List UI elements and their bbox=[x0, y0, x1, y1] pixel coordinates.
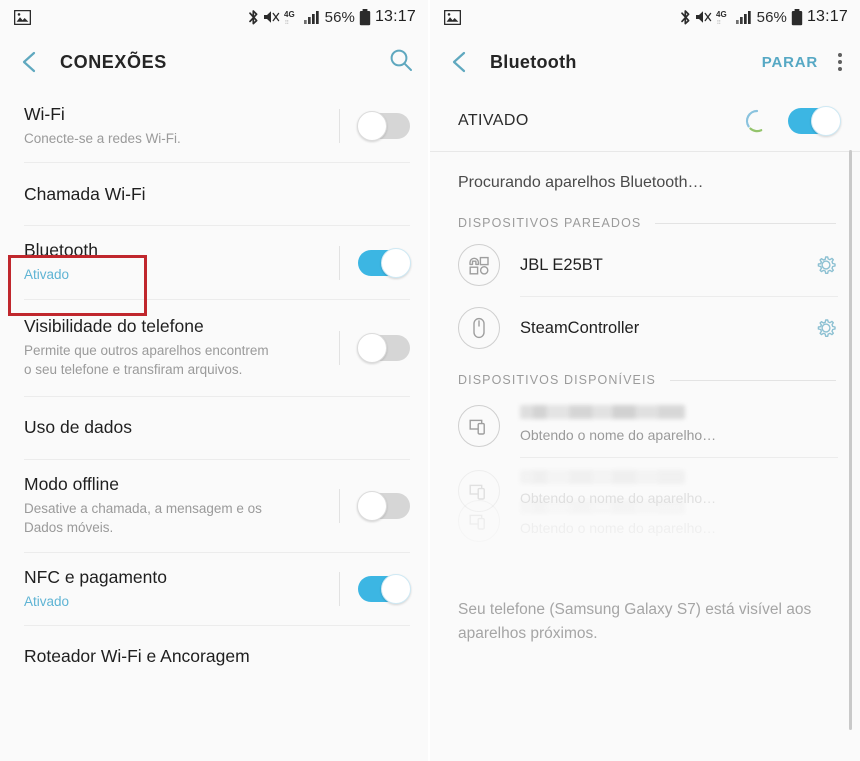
device-status-text: Obtendo o nome do aparelho… bbox=[520, 520, 717, 536]
divider-vertical bbox=[339, 488, 340, 523]
list-item-title: Bluetooth bbox=[24, 240, 98, 261]
phone-device-icon bbox=[458, 500, 500, 542]
toggle-bluetooth-master[interactable] bbox=[788, 105, 841, 136]
image-icon bbox=[443, 9, 462, 25]
divider-vertical bbox=[339, 330, 340, 365]
visibility-note: Seu telefone (Samsung Galaxy S7) está vi… bbox=[458, 601, 812, 643]
device-row-available-3[interactable]: Obtendo o nome do aparelho… bbox=[430, 488, 860, 552]
redacted-device-name bbox=[520, 470, 685, 484]
mute-icon bbox=[263, 9, 280, 25]
page-title: Bluetooth bbox=[490, 51, 577, 72]
mute-icon bbox=[695, 9, 712, 25]
device-status-text: Obtendo o nome do aparelho… bbox=[520, 427, 717, 443]
list-item-wifi[interactable]: Wi-Fi Conecte-se a redes Wi-Fi. bbox=[0, 90, 428, 162]
list-item-visibilidade-do-telefone[interactable]: Visibilidade do telefone Permite que out… bbox=[0, 300, 428, 396]
gear-icon[interactable] bbox=[814, 253, 838, 277]
signal-bars-icon bbox=[735, 9, 753, 25]
list-item-title: NFC e pagamento bbox=[24, 566, 167, 587]
section-title: DISPOSITIVOS DISPONÍVEIS bbox=[458, 373, 656, 387]
list-item-title: Modo offline bbox=[24, 473, 120, 494]
phone-device-icon bbox=[458, 405, 500, 447]
right-screen-bluetooth: 4G ⁝⁝ 56% 13:17 Bluetooth PARAR ATIVADO … bbox=[430, 0, 860, 761]
list-item-title: Roteador Wi-Fi e Ancoragem bbox=[24, 646, 250, 667]
toggle-wifi[interactable] bbox=[357, 111, 410, 142]
section-rule bbox=[655, 222, 836, 224]
section-header-available: DISPOSITIVOS DISPONÍVEIS bbox=[430, 369, 860, 391]
action-bar-left: CONEXÕES bbox=[0, 34, 428, 90]
battery-icon bbox=[791, 8, 803, 26]
bluetooth-icon bbox=[248, 9, 259, 26]
back-chevron-icon[interactable] bbox=[16, 48, 44, 76]
kebab-menu-icon[interactable] bbox=[834, 49, 846, 75]
toggle-bluetooth[interactable] bbox=[358, 247, 411, 278]
network-4g-icon: 4G ⁝⁝ bbox=[716, 9, 732, 26]
list-item-subtitle: Ativado bbox=[24, 593, 70, 609]
svg-text:4G: 4G bbox=[284, 10, 295, 19]
stop-scan-button[interactable]: PARAR bbox=[762, 54, 818, 71]
back-chevron-icon[interactable] bbox=[446, 48, 474, 76]
network-4g-icon: 4G ⁝⁝ bbox=[284, 9, 300, 26]
divider-vertical bbox=[339, 572, 340, 607]
list-item-chamada-wifi[interactable]: Chamada Wi-Fi bbox=[0, 163, 428, 225]
list-item-uso-de-dados[interactable]: Uso de dados bbox=[0, 397, 428, 459]
clock-label: 13:17 bbox=[374, 8, 416, 25]
toggle-modo-offline[interactable] bbox=[357, 490, 410, 521]
bluetooth-icon bbox=[680, 9, 691, 26]
list-item-title: Wi-Fi bbox=[24, 104, 65, 124]
list-item-roteador-wifi-ancoragem[interactable]: Roteador Wi-Fi e Ancoragem bbox=[0, 626, 428, 688]
svg-text:⁝⁝: ⁝⁝ bbox=[717, 20, 721, 25]
list-item-subtitle: Conecte-se a redes Wi-Fi. bbox=[24, 130, 181, 146]
status-bar-right: 4G ⁝⁝ 56% 13:17 bbox=[430, 0, 860, 34]
list-item-subtitle: Ativado bbox=[24, 267, 70, 283]
image-icon bbox=[13, 9, 32, 25]
section-rule bbox=[669, 379, 836, 381]
battery-percent-label: 56% bbox=[756, 8, 787, 26]
bluetooth-enable-bar: ATIVADO bbox=[430, 90, 860, 152]
status-bar-left: 4G ⁝⁝ 56% 13:17 bbox=[0, 0, 428, 34]
left-screen-conexoes: 4G ⁝⁝ 56% 13:17 CONEXÕES Wi-Fi Conecte-s… bbox=[0, 0, 430, 761]
toggle-nfc[interactable] bbox=[358, 574, 411, 605]
signal-bars-icon bbox=[303, 9, 321, 25]
loading-spinner-icon bbox=[744, 108, 770, 134]
scrollbar-thumb[interactable] bbox=[849, 150, 852, 730]
list-item-subtitle: Permite que outros aparelhos encontrem o… bbox=[24, 342, 269, 378]
list-item-nfc-e-pagamento[interactable]: NFC e pagamento Ativado bbox=[0, 553, 428, 625]
search-icon[interactable] bbox=[388, 47, 414, 78]
list-item-title: Uso de dados bbox=[24, 416, 132, 437]
scanning-status-text: Procurando aparelhos Bluetooth… bbox=[458, 174, 704, 191]
toggle-visibilidade[interactable] bbox=[357, 332, 410, 363]
svg-text:⁝⁝: ⁝⁝ bbox=[285, 20, 289, 25]
gear-icon[interactable] bbox=[814, 316, 838, 340]
clock-label: 13:17 bbox=[806, 8, 848, 25]
divider-vertical bbox=[339, 245, 340, 280]
section-title: DISPOSITIVOS PAREADOS bbox=[458, 216, 642, 230]
redacted-device-name bbox=[520, 405, 685, 419]
section-header-paired: DISPOSITIVOS PAREADOS bbox=[430, 212, 860, 234]
list-item-bluetooth[interactable]: Bluetooth Ativado bbox=[0, 226, 428, 298]
headphones-device-icon bbox=[458, 244, 500, 286]
device-row-available-1[interactable]: Obtendo o nome do aparelho… bbox=[430, 391, 860, 457]
device-row-steamcontroller[interactable]: SteamController bbox=[430, 297, 860, 359]
dual-screenshot-container: 4G ⁝⁝ 56% 13:17 CONEXÕES Wi-Fi Conecte-s… bbox=[0, 0, 860, 761]
divider-vertical bbox=[339, 109, 340, 144]
mouse-device-icon bbox=[458, 307, 500, 349]
page-title: CONEXÕES bbox=[60, 51, 167, 72]
device-name: SteamController bbox=[520, 318, 640, 337]
list-item-title: Chamada Wi-Fi bbox=[24, 183, 146, 204]
battery-percent-label: 56% bbox=[324, 8, 355, 26]
list-item-subtitle: Desative a chamada, a mensagem e os Dado… bbox=[24, 500, 262, 536]
list-item-title: Visibilidade do telefone bbox=[24, 315, 204, 336]
bluetooth-state-label: ATIVADO bbox=[458, 111, 529, 129]
device-name: JBL E25BT bbox=[520, 255, 603, 274]
redacted-device-name bbox=[520, 500, 685, 514]
battery-icon bbox=[359, 8, 371, 26]
connections-list: Wi-Fi Conecte-se a redes Wi-Fi. Chamada … bbox=[0, 90, 428, 689]
action-bar-right: Bluetooth PARAR bbox=[430, 34, 860, 90]
device-row-jbl[interactable]: JBL E25BT bbox=[430, 234, 860, 296]
svg-text:4G: 4G bbox=[716, 10, 727, 19]
list-item-modo-offline[interactable]: Modo offline Desative a chamada, a mensa… bbox=[0, 460, 428, 552]
